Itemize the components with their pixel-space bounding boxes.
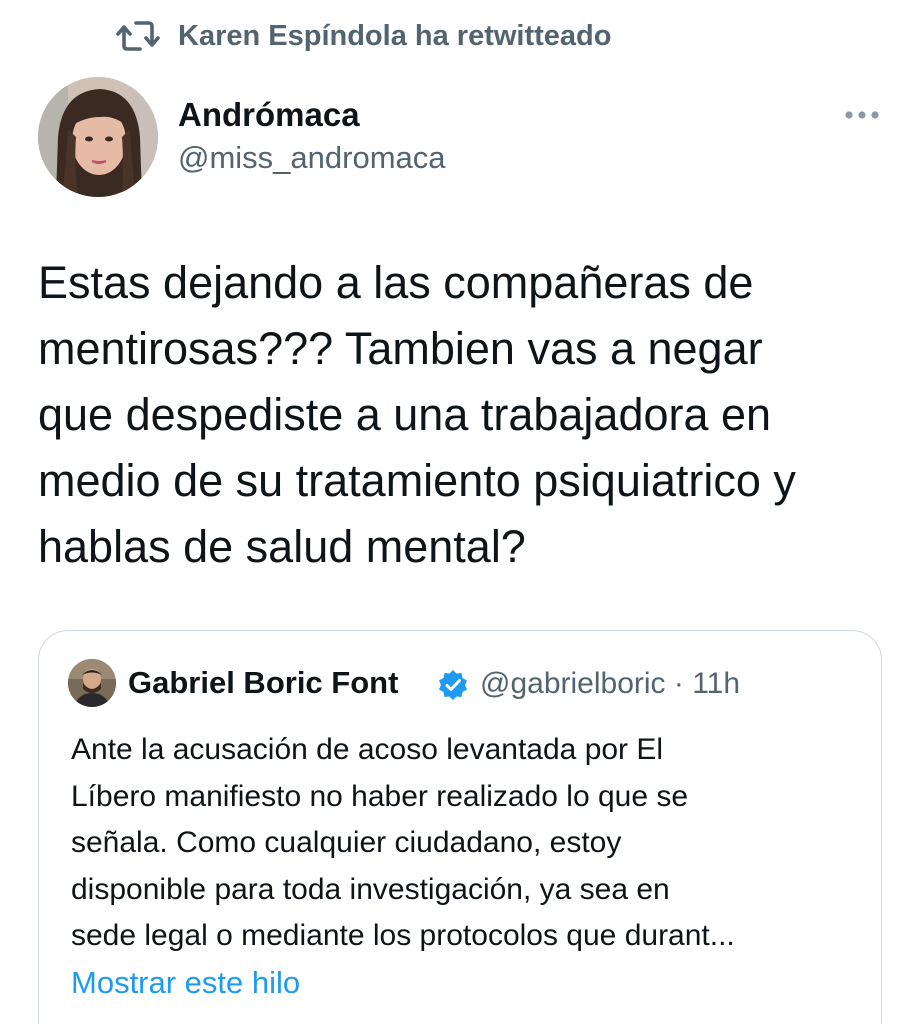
avatar[interactable] <box>38 77 158 197</box>
more-options-button[interactable] <box>842 100 882 130</box>
tweet-text-line: mentirosas??? Tambien vas a negar <box>38 323 763 374</box>
retweet-icon <box>116 16 160 56</box>
show-thread-link[interactable]: Mostrar este hilo <box>71 965 300 1001</box>
quoted-handle-time[interactable]: @gabrielboric · 11h <box>480 667 740 701</box>
tweet-text: Estas dejando a las compañeras de mentir… <box>38 250 898 580</box>
quoted-avatar-image <box>68 659 116 707</box>
verified-badge-icon <box>437 669 469 701</box>
tweet-text-line: Estas dejando a las compañeras de <box>38 257 754 308</box>
retweet-context[interactable]: Karen Espíndola ha retwitteado <box>116 16 611 56</box>
tweet-text-line: hablas de salud mental? <box>38 521 526 572</box>
quoted-text-line: señala. Como cualquier ciudadano, estoy <box>71 826 622 859</box>
tweet-text-line: que despediste a una trabajadora en <box>38 389 772 440</box>
quoted-avatar[interactable] <box>68 659 116 707</box>
tweet-text-line: medio de su tratamiento psiquiatrico y <box>38 455 796 506</box>
more-dots-icon <box>845 111 879 119</box>
quoted-tweet-card[interactable]: Gabriel Boric Font @gabrielboric · 11h A… <box>38 630 882 1024</box>
quoted-text-line: disponible para toda investigación, ya s… <box>71 872 670 906</box>
author-name[interactable]: Andrómaca <box>178 96 360 134</box>
avatar-image <box>38 77 158 197</box>
quoted-tweet-text: Ante la acusación de acoso levantada por… <box>71 727 861 960</box>
retweet-label: Karen Espíndola ha retwitteado <box>178 19 612 52</box>
author-handle[interactable]: @miss_andromaca <box>178 140 446 176</box>
quoted-text-line: Líbero manifiesto no haber realizado lo … <box>71 779 689 813</box>
tweet-page: Karen Espíndola ha retwitteado Andrómaca… <box>0 0 922 1024</box>
quoted-text-line: sede legal o mediante los protocolos que… <box>71 919 735 952</box>
quoted-author-name[interactable]: Gabriel Boric Font <box>128 665 398 701</box>
quoted-text-line: Ante la acusación de acoso levantada por… <box>71 733 664 766</box>
